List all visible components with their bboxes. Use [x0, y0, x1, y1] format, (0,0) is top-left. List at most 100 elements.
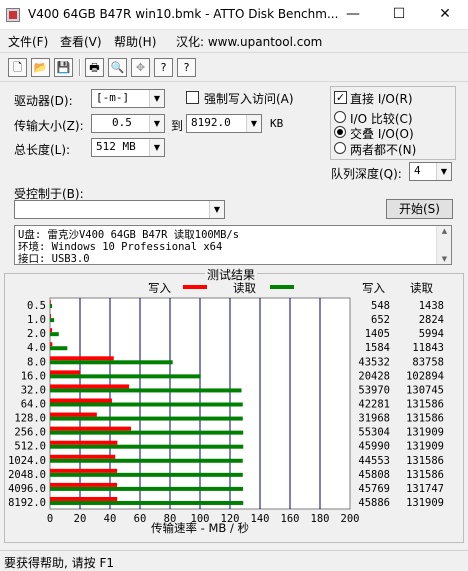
write-bar — [50, 482, 118, 487]
write-value: 53970 — [358, 384, 390, 396]
neither-radio[interactable] — [334, 142, 346, 154]
scroll-up-icon[interactable]: ▲ — [437, 227, 452, 235]
context-help-icon[interactable]: ? — [177, 58, 196, 77]
y-tick-label: 1024.0 — [8, 455, 46, 467]
io-compare-radio[interactable] — [334, 111, 346, 123]
new-file-icon[interactable]: 🗋 — [8, 58, 27, 77]
chevron-down-icon: ▼ — [246, 115, 261, 132]
read-value: 131586 — [406, 413, 444, 425]
read-bar — [50, 458, 243, 463]
x-tick-label: 140 — [251, 513, 270, 525]
col-write-header: 写入 — [362, 281, 385, 295]
menu-credit[interactable]: 汉化: www.upantool.com — [176, 33, 322, 50]
write-value: 31968 — [358, 413, 390, 425]
info-line: 接口: USB3.0 — [18, 253, 90, 265]
force-write-label: 强制写入访问(A) — [204, 92, 294, 106]
queue-depth-select[interactable]: 4 ▼ — [409, 162, 452, 181]
y-tick-label: 256.0 — [14, 427, 46, 439]
force-write-checkbox[interactable] — [186, 91, 199, 104]
y-tick-label: 128.0 — [14, 413, 46, 425]
write-value: 548 — [371, 300, 390, 312]
read-bar — [50, 388, 242, 393]
to-label: 到 — [171, 119, 184, 133]
drive-label: 驱动器(D): — [14, 94, 73, 108]
status-text: 要获得帮助, 请按 F1 — [4, 556, 114, 570]
move-icon[interactable]: ✥ — [131, 58, 150, 77]
read-value: 130745 — [406, 384, 444, 396]
save-icon[interactable]: 💾 — [54, 58, 73, 77]
write-value: 1405 — [365, 328, 390, 340]
x-tick-label: 0 — [47, 513, 53, 525]
write-bar — [50, 328, 53, 333]
x-tick-label: 180 — [311, 513, 330, 525]
read-bar — [50, 402, 243, 407]
write-value: 44553 — [358, 455, 390, 467]
x-tick-label: 60 — [134, 513, 147, 525]
y-tick-label: 0.5 — [27, 300, 46, 312]
write-bar — [50, 342, 53, 347]
write-bar — [50, 412, 97, 417]
y-tick-label: 2.0 — [27, 328, 46, 340]
read-bar — [50, 332, 59, 337]
read-bar — [50, 360, 173, 365]
read-value: 102894 — [406, 370, 444, 382]
chevron-down-icon: ▼ — [149, 139, 164, 156]
y-tick-label: 512.0 — [14, 441, 46, 453]
transfer-to-select[interactable]: 8192.0 ▼ — [186, 114, 262, 133]
total-length-value: 512 MB — [96, 140, 136, 153]
overlapped-io-radio[interactable] — [334, 126, 346, 138]
y-tick-label: 8192.0 — [8, 497, 46, 509]
read-value: 131586 — [406, 455, 444, 467]
queue-depth-label: 队列深度(Q): — [331, 167, 402, 181]
maximize-button[interactable]: ☐ — [376, 0, 422, 30]
write-bar — [50, 440, 118, 445]
start-button[interactable]: 开始(S) — [386, 199, 453, 219]
drive-value: [-m-] — [96, 91, 130, 104]
menu-view[interactable]: 查看(V) — [60, 33, 102, 50]
description-textbox[interactable]: U盘: 雷克沙V400 64GB B47R 读取100MB/s 环境: Wind… — [14, 225, 452, 265]
write-bar — [50, 384, 130, 389]
scroll-down-icon[interactable]: ▼ — [437, 255, 452, 263]
close-button[interactable]: ✕ — [422, 0, 468, 30]
drive-select[interactable]: [-m-] ▼ — [91, 89, 165, 108]
print-preview-icon[interactable]: 🔍 — [108, 58, 127, 77]
app-icon — [6, 8, 20, 22]
total-length-label: 总长度(L): — [14, 143, 71, 157]
write-value: 45990 — [358, 441, 390, 453]
chevron-down-icon: ▼ — [149, 115, 164, 132]
help-icon[interactable]: ? — [154, 58, 173, 77]
read-value: 131909 — [406, 427, 444, 439]
write-bar — [50, 356, 114, 361]
read-bar — [50, 304, 53, 309]
x-tick-label: 160 — [281, 513, 300, 525]
read-bar — [50, 430, 244, 435]
write-bar — [50, 370, 80, 375]
transfer-from-select[interactable]: 0.5 ▼ — [91, 114, 165, 133]
print-icon[interactable]: 🖶 — [85, 58, 104, 77]
write-value: 652 — [371, 314, 390, 326]
write-bar — [50, 314, 51, 319]
open-folder-icon[interactable]: 📂 — [31, 58, 50, 77]
total-length-select[interactable]: 512 MB ▼ — [91, 138, 165, 157]
write-value: 20428 — [358, 370, 390, 382]
write-value: 45769 — [358, 483, 390, 495]
controlled-by-select[interactable]: ▼ — [14, 200, 225, 219]
menu-bar: 文件(F) 查看(V) 帮助(H) 汉化: www.upantool.com — [0, 30, 468, 52]
write-value: 42281 — [358, 399, 390, 411]
vertical-scrollbar[interactable]: ▲ ▼ — [436, 226, 451, 264]
legend-read-swatch — [270, 285, 294, 289]
read-bar — [50, 486, 243, 491]
minimize-button[interactable]: — — [330, 0, 376, 30]
write-value: 43532 — [358, 356, 390, 368]
y-tick-label: 16.0 — [21, 370, 46, 382]
menu-file[interactable]: 文件(F) — [8, 33, 48, 50]
read-value: 131909 — [406, 497, 444, 509]
y-tick-label: 32.0 — [21, 384, 46, 396]
window-title: V400 64GB B47R win10.bmk - ATTO Disk Ben… — [28, 7, 339, 21]
x-tick-label: 40 — [104, 513, 117, 525]
direct-io-checkbox[interactable]: ✓ — [334, 91, 347, 104]
toolbar: 🗋 📂 💾 🖶 🔍 ✥ ? ? — [0, 52, 468, 82]
menu-help[interactable]: 帮助(H) — [114, 33, 156, 50]
write-bar — [50, 398, 112, 403]
chevron-down-icon: ▼ — [149, 90, 164, 107]
